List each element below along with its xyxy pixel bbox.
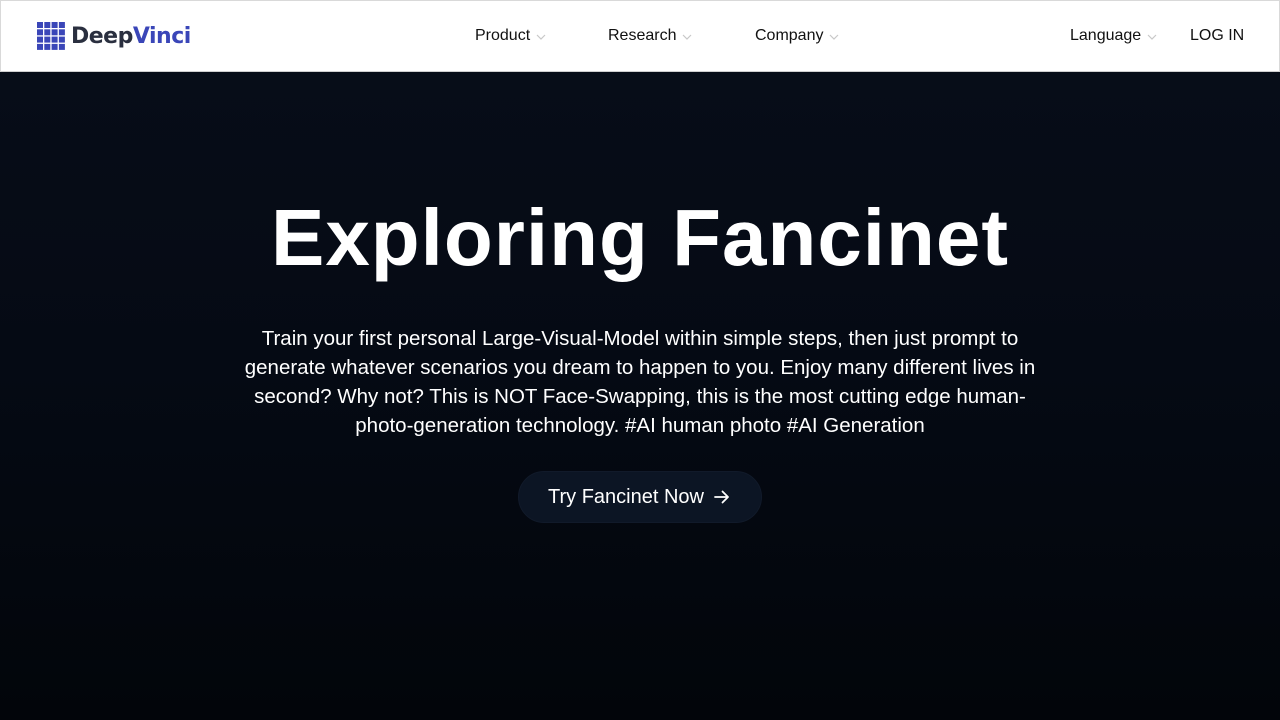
hero-title: Exploring Fancinet [270, 193, 1010, 282]
logo-grid-icon [37, 22, 65, 50]
language-selector-label: Language [1070, 27, 1142, 44]
chevron-down-icon [830, 34, 839, 40]
login-link[interactable]: LOG IN [1190, 25, 1244, 47]
arrow-right-icon [714, 490, 729, 504]
nav-research[interactable]: Research [608, 25, 692, 47]
chevron-down-icon [1147, 34, 1157, 40]
chevron-down-icon [536, 34, 546, 40]
hero-description: Train your first personal Large-Visual-M… [244, 327, 1036, 437]
nav-company-label: Company [755, 27, 824, 44]
hero-section: Exploring Fancinet Train your first pers… [0, 72, 1280, 720]
logo-wordmark: DeepVinci [71, 24, 191, 49]
nav-research-label: Research [608, 27, 677, 44]
deepvinci-logo[interactable]: DeepVinci [37, 22, 191, 50]
language-selector[interactable]: Language [1070, 25, 1157, 47]
nav-product-label: Product [475, 27, 531, 44]
top-navbar: DeepVinci Product Research Company Langu… [0, 0, 1280, 72]
logo-wordmark-vinci: Vinci [132, 23, 191, 49]
nav-product[interactable]: Product [475, 25, 546, 47]
try-fancinet-button-label: Try Fancinet Now [548, 485, 704, 508]
nav-company[interactable]: Company [755, 25, 839, 47]
chevron-down-icon [683, 34, 692, 40]
try-fancinet-button[interactable]: Try Fancinet Now [518, 471, 762, 523]
logo-wordmark-deep: Deep [71, 23, 133, 49]
